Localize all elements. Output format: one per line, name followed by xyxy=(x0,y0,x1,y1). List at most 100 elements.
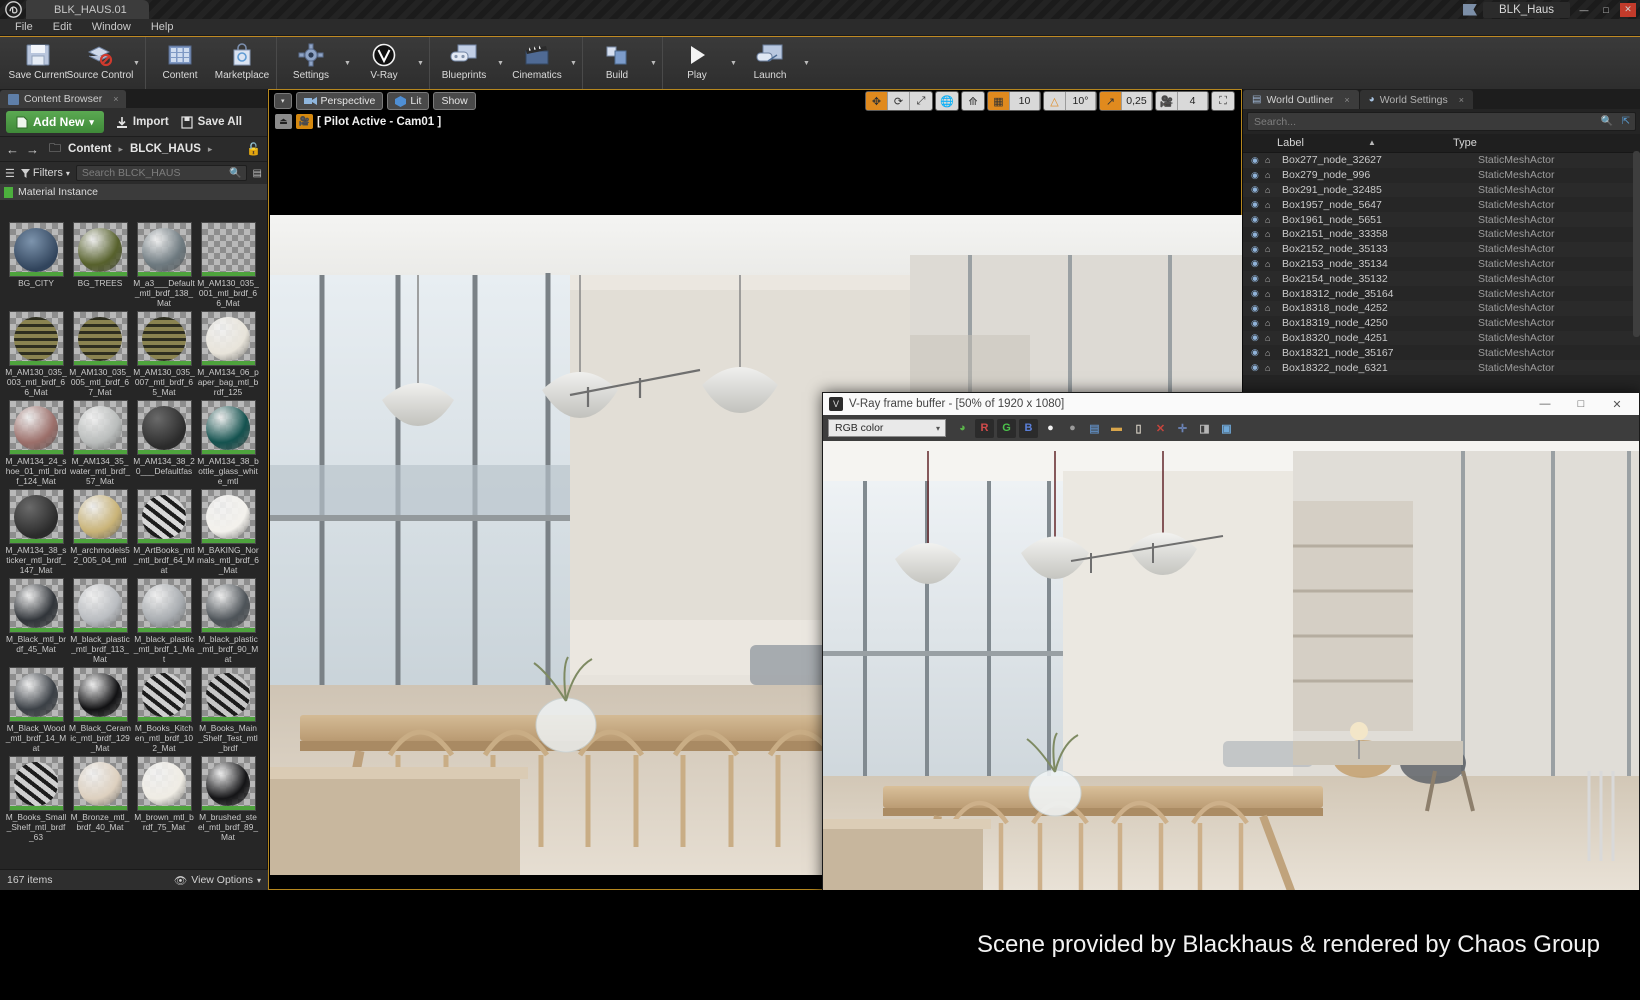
asset-item[interactable]: M_Books_Kitchen_mtl_brdf_102_Mat xyxy=(133,667,195,753)
outliner-row[interactable]: ◉⌂Box277_node_32627StaticMeshActor xyxy=(1243,153,1640,168)
filters-button[interactable]: Filters ▾ xyxy=(21,167,70,179)
visibility-eye-icon[interactable]: ◉ xyxy=(1251,303,1265,314)
close-icon[interactable]: × xyxy=(1459,95,1464,105)
visibility-eye-icon[interactable]: ◉ xyxy=(1251,155,1265,166)
outliner-row[interactable]: ◉⌂Box1957_node_5647StaticMeshActor xyxy=(1243,197,1640,212)
asset-item[interactable]: M_black_plastic_mtl_brdf_113_Mat xyxy=(69,578,131,664)
sort-ascending-icon[interactable]: ▲ xyxy=(1368,138,1376,147)
outliner-row[interactable]: ◉⌂Box2152_node_35133StaticMeshActor xyxy=(1243,242,1640,257)
outliner-row[interactable]: ◉⌂Box18321_node_35167StaticMeshActor xyxy=(1243,345,1640,360)
minimize-button[interactable]: — xyxy=(1576,3,1592,17)
asset-item[interactable]: M_AM134_38_20___Defaultfas xyxy=(133,400,195,486)
close-icon[interactable]: × xyxy=(113,94,118,104)
outliner-row[interactable]: ◉⌂Box1961_node_5651StaticMeshActor xyxy=(1243,212,1640,227)
asset-item[interactable]: M_Bronze_mtl_brdf_40_Mat xyxy=(69,756,131,842)
asset-item[interactable]: M_BAKING_Normals_mtl_brdf_6_Mat xyxy=(197,489,259,575)
asset-thumbnail[interactable] xyxy=(137,489,192,544)
visibility-eye-icon[interactable]: ◉ xyxy=(1251,170,1265,181)
save-all-button[interactable]: Save All xyxy=(181,116,242,129)
asset-item[interactable]: M_AM134_38_bottle_glass_white_mtl xyxy=(197,400,259,486)
flag-icon[interactable] xyxy=(1463,4,1477,16)
asset-thumbnail[interactable] xyxy=(201,756,256,811)
close-icon[interactable]: × xyxy=(1344,95,1349,105)
asset-thumbnail[interactable] xyxy=(137,222,192,277)
show-flags-button[interactable]: Show xyxy=(433,92,475,110)
scale-gizmo-icon[interactable]: ⤢ xyxy=(910,92,932,110)
angle-snap-icon[interactable]: △ xyxy=(1044,92,1066,110)
asset-thumbnail[interactable] xyxy=(73,489,128,544)
view-mode-lit-button[interactable]: Lit xyxy=(387,92,429,110)
asset-thumbnail[interactable] xyxy=(9,578,64,633)
close-button[interactable]: ✕ xyxy=(1620,3,1636,17)
tab-world-outliner[interactable]: ▤ World Outliner × xyxy=(1243,90,1359,109)
settings-caret-icon[interactable]: ▼ xyxy=(342,37,353,89)
asset-thumbnail[interactable] xyxy=(137,667,192,722)
visibility-eye-icon[interactable]: ◉ xyxy=(1251,362,1265,373)
asset-item[interactable]: M_Black_mtl_brdf_45_Mat xyxy=(5,578,67,664)
view-mode-perspective-button[interactable]: Perspective xyxy=(296,92,384,110)
source-control-caret-icon[interactable]: ▼ xyxy=(131,37,142,89)
maximize-viewport-icon[interactable]: ⛶ xyxy=(1212,92,1234,110)
menu-edit[interactable]: Edit xyxy=(44,19,81,35)
vray-caret-icon[interactable]: ▼ xyxy=(415,37,426,89)
column-type[interactable]: Type xyxy=(1453,137,1477,149)
outliner-row[interactable]: ◉⌂Box291_node_32485StaticMeshActor xyxy=(1243,183,1640,198)
visibility-eye-icon[interactable]: ◉ xyxy=(1251,199,1265,210)
forward-button[interactable]: → xyxy=(26,142,39,157)
outliner-scrollbar[interactable] xyxy=(1633,151,1640,337)
vray-button[interactable]: V-Ray xyxy=(353,37,415,89)
asset-thumbnail[interactable] xyxy=(137,400,192,455)
green-channel-icon[interactable]: G xyxy=(997,419,1016,438)
rotate-gizmo-icon[interactable]: ⟳ xyxy=(888,92,910,110)
asset-thumbnail[interactable] xyxy=(9,311,64,366)
asset-item[interactable]: M_Black_Ceramic_mtl_brdf_129_Mat xyxy=(69,667,131,753)
viewport-options-button[interactable]: ▾ xyxy=(274,93,292,109)
tab-content-browser[interactable]: Content Browser × xyxy=(0,90,126,108)
save-image-icon[interactable]: ▤ xyxy=(1085,419,1104,438)
camera-speed-icon[interactable]: 🎥 xyxy=(1156,92,1178,110)
asset-thumbnail[interactable] xyxy=(9,400,64,455)
load-image-icon[interactable]: ▬ xyxy=(1107,419,1126,438)
vfb-close-button[interactable]: ✕ xyxy=(1599,394,1635,415)
visibility-eye-icon[interactable]: ◉ xyxy=(1251,244,1265,255)
search-icon[interactable]: 🔍 xyxy=(1601,116,1613,127)
tab-world-settings[interactable]: ◕ World Settings × xyxy=(1360,90,1473,109)
content-button[interactable]: Content xyxy=(149,37,211,89)
view-options-button[interactable]: 👁 View Options ▾ xyxy=(174,874,261,887)
surface-snap-icon[interactable]: ⟰ xyxy=(962,92,984,110)
visibility-eye-icon[interactable]: ◉ xyxy=(1251,184,1265,195)
visibility-eye-icon[interactable]: ◉ xyxy=(1251,273,1265,284)
asset-thumbnail[interactable] xyxy=(201,578,256,633)
asset-item[interactable]: M_Books_Main_Shelf_Test_mtl_brdf xyxy=(197,667,259,753)
asset-item[interactable]: M_AM130_035_005_mtl_brdf_67_Mat xyxy=(69,311,131,397)
clipboard-icon[interactable]: ▯ xyxy=(1129,419,1148,438)
outliner-row[interactable]: ◉⌂Box279_node_996StaticMeshActor xyxy=(1243,168,1640,183)
visibility-eye-icon[interactable]: ◉ xyxy=(1251,214,1265,225)
search-icon[interactable]: 🔍 xyxy=(229,168,241,179)
asset-thumbnail[interactable] xyxy=(9,756,64,811)
asset-item[interactable]: M_AM134_38_sticker_mtl_brdf_147_Mat xyxy=(5,489,67,575)
blue-channel-icon[interactable]: B xyxy=(1019,419,1038,438)
asset-item[interactable]: M_black_plastic_mtl_brdf_1_Mat xyxy=(133,578,195,664)
asset-item[interactable]: M_ArtBooks_mtl_mtl_brdf_64_Mat xyxy=(133,489,195,575)
pan-tool-icon[interactable]: ✛ xyxy=(1173,419,1192,438)
asset-item[interactable]: M_AM134_24_shoe_01_mtl_brdf_124_Mat xyxy=(5,400,67,486)
asset-item[interactable]: M_AM134_06_paper_bag_mtl_brdf_125 xyxy=(197,311,259,397)
asset-item[interactable]: M_brushed_steel_mtl_brdf_89_Mat xyxy=(197,756,259,842)
visibility-eye-icon[interactable]: ◉ xyxy=(1251,318,1265,329)
outliner-row[interactable]: ◉⌂Box2151_node_33358StaticMeshActor xyxy=(1243,227,1640,242)
asset-item[interactable]: M_AM130_035_001_mtl_brdf_66_Mat xyxy=(197,222,259,308)
launch-button[interactable]: Launch xyxy=(739,37,801,89)
project-tab[interactable]: BLK_HAUS.01 xyxy=(26,0,149,19)
angle-snap-value[interactable]: 10° xyxy=(1066,92,1096,110)
play-caret-icon[interactable]: ▼ xyxy=(728,37,739,89)
asset-thumbnail[interactable] xyxy=(201,400,256,455)
outliner-row[interactable]: ◉⌂Box18318_node_4252StaticMeshActor xyxy=(1243,301,1640,316)
asset-thumbnail[interactable] xyxy=(137,311,192,366)
visibility-eye-icon[interactable]: ◉ xyxy=(1251,332,1265,343)
build-button[interactable]: Build xyxy=(586,37,648,89)
asset-thumbnail[interactable] xyxy=(201,489,256,544)
asset-item[interactable]: BG_CITY xyxy=(5,222,67,308)
visibility-eye-icon[interactable]: ◉ xyxy=(1251,347,1265,358)
asset-item[interactable]: M_a3___Default_mtl_brdf_138_Mat xyxy=(133,222,195,308)
